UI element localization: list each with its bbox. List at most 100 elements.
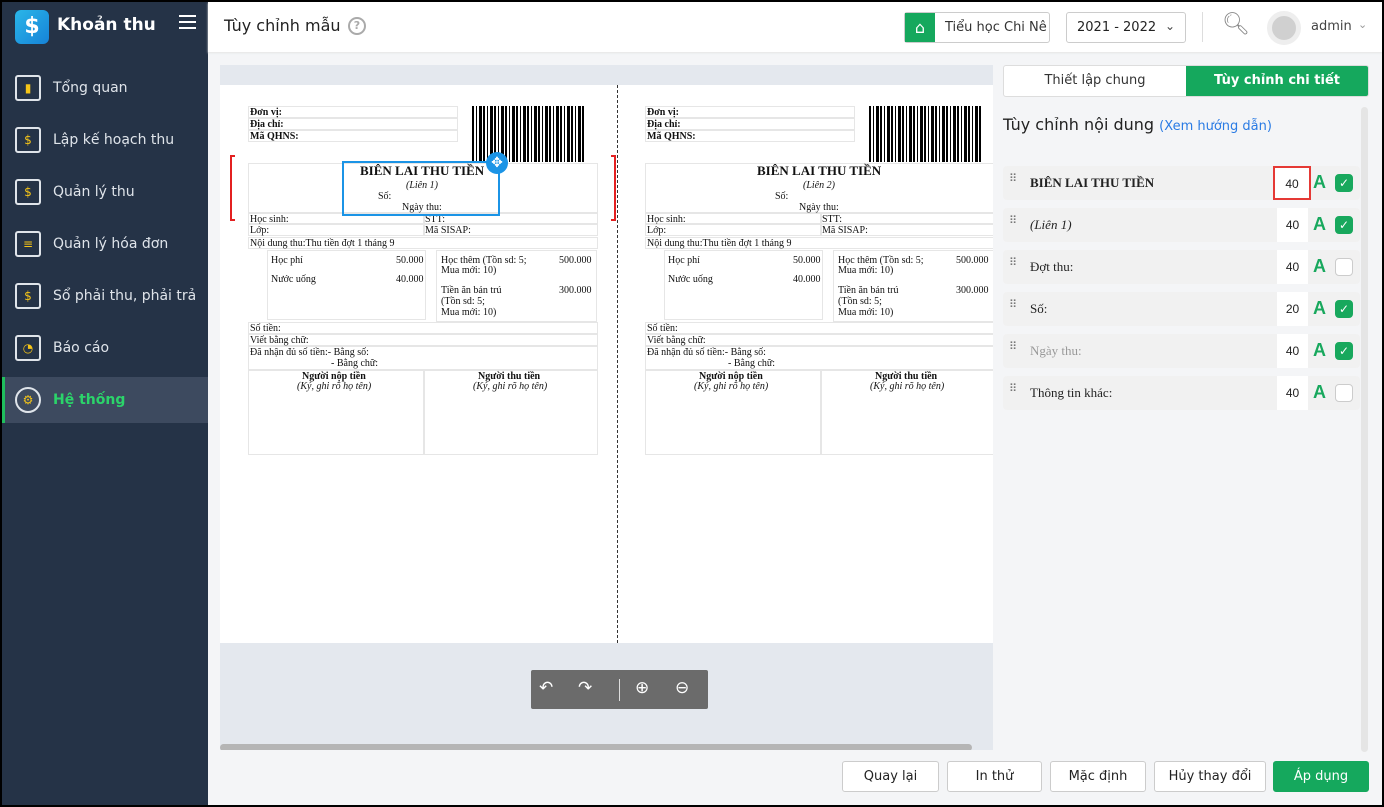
redo-icon[interactable]: ↷ xyxy=(578,678,592,698)
font-size-input[interactable]: 40 xyxy=(1277,208,1308,242)
class-label: Lớp: xyxy=(250,225,270,236)
content-row: ⠿ Số: 20 A ✓ xyxy=(1003,292,1360,326)
horizontal-scrollbar[interactable] xyxy=(220,744,972,750)
fee-name-detail: Mua mới: 10) xyxy=(838,307,894,318)
drag-handle-icon[interactable]: ⠿ xyxy=(1009,342,1019,353)
move-icon[interactable]: ✥ xyxy=(486,152,508,174)
preview-toolbar: ↶ ↷ ⊕ ⊖ xyxy=(531,670,708,709)
bar-chart-icon: ▮ xyxy=(15,75,41,101)
content-label: Nội dung thu:Thu tiền đợt 1 tháng 9 xyxy=(250,238,395,249)
calendar-dollar-icon: $ xyxy=(15,127,41,153)
settings-panel: Thiết lập chung Tùy chỉnh chi tiết Tùy c… xyxy=(1003,65,1369,410)
user-name[interactable]: admin xyxy=(1311,19,1352,34)
receipt-title: BIÊN LAI THU TIỀN xyxy=(757,163,882,178)
barcode xyxy=(869,106,981,162)
apply-button[interactable]: Áp dụng xyxy=(1273,761,1369,792)
vertical-scrollbar[interactable] xyxy=(1361,107,1368,752)
preview-top-strip xyxy=(220,65,993,85)
row-label: BIÊN LAI THU TIỀN xyxy=(1030,175,1155,190)
tab-general-settings[interactable]: Thiết lập chung xyxy=(1004,66,1186,96)
page-title: Tùy chỉnh mẫu xyxy=(224,16,341,35)
section-heading: Tùy chỉnh nội dung (Xem hướng dẫn) xyxy=(1003,115,1272,134)
visibility-checkbox[interactable]: ✓ xyxy=(1335,216,1353,234)
hamburger-menu-icon[interactable] xyxy=(179,15,196,29)
sidebar-item-label: Báo cáo xyxy=(53,340,110,356)
fee-name: Học phí xyxy=(271,255,303,266)
font-size-input[interactable]: 40 xyxy=(1277,334,1308,368)
fee-amount: 500.000 xyxy=(956,255,989,266)
visibility-checkbox[interactable]: ✓ xyxy=(1335,174,1353,192)
sidebar-item[interactable]: $ Lập kế hoạch thu xyxy=(2,117,208,163)
school-selector[interactable]: ⌂ Tiểu học Chi Nê xyxy=(904,12,1050,43)
unit-label: Đơn vị: xyxy=(250,107,282,118)
drag-handle-icon[interactable]: ⠿ xyxy=(1009,258,1019,269)
sidebar-item[interactable]: ≡ Quản lý hóa đơn xyxy=(2,221,208,267)
sidebar-item-label: Quản lý hóa đơn xyxy=(53,236,169,252)
fee-amount: 40.000 xyxy=(396,274,424,285)
sidebar-item-label: Quản lý thu xyxy=(53,184,135,200)
drag-handle-icon[interactable]: ⠿ xyxy=(1009,216,1019,227)
year-select[interactable]: 2021 - 2022 ⌄ xyxy=(1066,12,1186,43)
sign-note: (Ký, ghi rõ họ tên) xyxy=(473,381,548,392)
chevron-down-icon[interactable]: ⌄ xyxy=(1358,18,1367,31)
qhns-label: Mã QHNS: xyxy=(250,131,299,142)
sidebar-item[interactable]: ◔ Báo cáo xyxy=(2,325,208,371)
font-size-input[interactable]: 40 xyxy=(1273,166,1311,200)
amount-words-label: Viết bằng chữ: xyxy=(250,335,309,346)
drag-handle-icon[interactable]: ⠿ xyxy=(1009,174,1019,185)
sidebar-item[interactable]: $ Quản lý thu xyxy=(2,169,208,215)
drag-handle-icon[interactable]: ⠿ xyxy=(1009,384,1019,395)
cancel-changes-button[interactable]: Hủy thay đổi xyxy=(1154,761,1266,792)
sign-note: (Ký, ghi rõ họ tên) xyxy=(694,381,769,392)
font-style-icon[interactable]: A xyxy=(1313,382,1326,403)
receipt-copy: Đơn vị: Địa chỉ: Mã QHNS: BIÊN LAI THU TIỀ… xyxy=(248,106,600,456)
invoice-icon: ≡ xyxy=(15,231,41,257)
font-size-input[interactable]: 40 xyxy=(1277,250,1308,284)
cell-border xyxy=(248,224,424,236)
tab-detail-customization[interactable]: Tùy chỉnh chi tiết xyxy=(1186,66,1368,96)
sidebar-item[interactable]: $ Sổ phải thu, phải trả xyxy=(2,273,208,319)
sidebar-item[interactable]: ▮ Tổng quan xyxy=(2,65,208,111)
cell-border xyxy=(645,322,993,334)
font-style-icon[interactable]: A xyxy=(1313,214,1326,235)
fee-name-detail: (Tồn sd: 5; xyxy=(441,296,485,307)
font-style-icon[interactable]: A xyxy=(1313,340,1326,361)
cell-border xyxy=(248,322,598,334)
back-button[interactable]: Quay lại xyxy=(842,761,939,792)
pie-chart-icon: ◔ xyxy=(15,335,41,361)
zoom-in-icon[interactable]: ⊕ xyxy=(635,678,649,698)
font-style-icon[interactable]: A xyxy=(1313,172,1326,193)
selected-element-box[interactable] xyxy=(342,161,500,216)
school-name: Tiểu học Chi Nê xyxy=(945,20,1047,35)
font-style-icon[interactable]: A xyxy=(1313,256,1326,277)
avatar[interactable] xyxy=(1267,11,1301,45)
visibility-checkbox[interactable]: ✓ xyxy=(1335,300,1353,318)
sidebar-item[interactable]: ⚙ Hệ thống xyxy=(2,377,208,423)
guide-link[interactable]: (Xem hướng dẫn) xyxy=(1159,119,1272,134)
help-icon[interactable]: ? xyxy=(348,17,366,35)
cut-line xyxy=(617,85,618,643)
qhns-label: Mã QHNS: xyxy=(647,131,696,142)
received-label: Đã nhận đủ số tiền:- Bằng số: xyxy=(250,347,369,358)
visibility-checkbox[interactable] xyxy=(1335,258,1353,276)
font-size-input[interactable]: 40 xyxy=(1277,376,1308,410)
default-button[interactable]: Mặc định xyxy=(1050,761,1146,792)
zoom-out-icon[interactable]: ⊖ xyxy=(675,678,689,698)
divider xyxy=(619,679,620,701)
dollar-logo-icon: $ xyxy=(15,10,49,44)
font-style-icon[interactable]: A xyxy=(1313,298,1326,319)
fee-amount: 300.000 xyxy=(956,285,989,296)
sidebar-item-label: Tổng quan xyxy=(53,80,128,96)
font-size-input[interactable]: 20 xyxy=(1277,292,1308,326)
search-chart-icon[interactable]: 🔍︎ xyxy=(1222,12,1250,37)
drag-handle-icon[interactable]: ⠿ xyxy=(1009,300,1019,311)
content-label: Nội dung thu:Thu tiền đợt 1 tháng 9 xyxy=(647,238,792,249)
address-label: Địa chỉ: xyxy=(250,119,284,130)
class-label: Lớp: xyxy=(647,225,667,236)
undo-icon[interactable]: ↶ xyxy=(539,678,553,698)
visibility-checkbox[interactable] xyxy=(1335,384,1353,402)
print-test-button[interactable]: In thử xyxy=(947,761,1042,792)
amount-label: Số tiền: xyxy=(250,323,281,334)
visibility-checkbox[interactable]: ✓ xyxy=(1335,342,1353,360)
fee-amount: 50.000 xyxy=(793,255,821,266)
